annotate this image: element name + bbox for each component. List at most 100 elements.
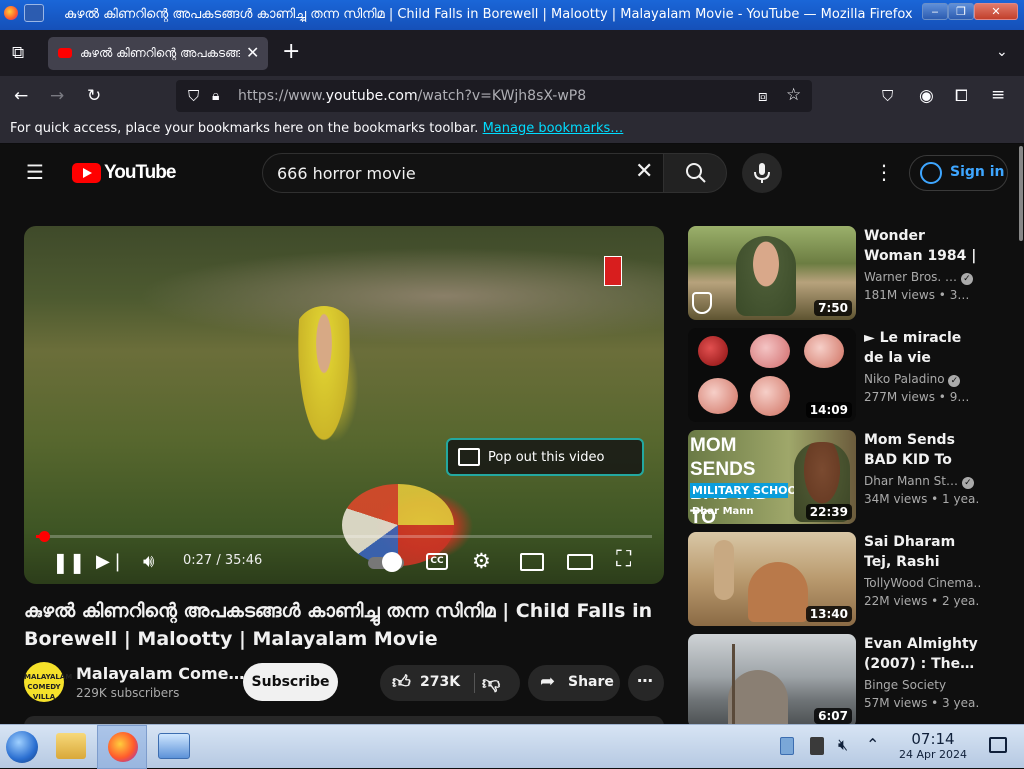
related-thumbnail[interactable]: 14:09 [688,328,856,422]
file-manager-icon[interactable] [56,733,86,759]
pause-icon[interactable]: ❚❚ [52,552,86,572]
miniplayer-icon[interactable] [520,553,544,571]
related-title[interactable]: ► Le miracle de la vie (simulatio… [864,328,980,368]
verified-icon: ✓ [961,477,974,489]
window-menu-icon[interactable] [24,4,44,22]
related-thumbnail[interactable]: 6:07 [688,634,856,724]
list-all-tabs-icon[interactable]: ⌄ [996,42,1008,62]
volume-icon[interactable]: 🔊︎ [143,552,154,572]
fullscreen-icon[interactable]: ⛶ [616,549,631,571]
taskbar: 🔇︎ ⌃ 07:14 24 Apr 2024 [0,724,1024,769]
description-box[interactable] [24,716,664,724]
share-label: Share [568,674,614,690]
tracking-protection-icon[interactable]: ⛉ [188,86,199,106]
related-channel[interactable]: Warner Bros. … ✓ [864,270,980,285]
next-icon[interactable]: ▶❘ [96,552,125,572]
channel-name[interactable]: Malayalam Come… [76,664,245,683]
staff-shape [732,644,735,724]
video-title: കുഴൽ കിണറിന്റെ അപകടങ്ങൾ കാണിച്ചു തന്ന സി… [24,600,653,650]
reload-icon[interactable]: ↻ [87,86,101,106]
like-count: 273K [420,674,461,690]
progress-bar[interactable] [36,531,652,542]
channel-avatar[interactable]: MALAYALAM COMEDY VILLA [24,662,72,702]
settings-gear-icon[interactable]: ⚙ [472,551,491,572]
related-video[interactable]: 13:40 Sai Dharam Tej, Rashi Khanna… Toll… [688,532,1008,626]
bookmark-star-icon[interactable]: ☆ [786,85,801,105]
related-title[interactable]: Wonder Woman 1984 | Young… [864,226,980,266]
account-icon[interactable]: ◉ [919,86,934,106]
scrollbar-thumb[interactable] [1019,146,1023,241]
channel-avatar-text: MALAYALAM COMEDY VILLA [24,673,73,701]
related-title[interactable]: Sai Dharam Tej, Rashi Khanna… [864,532,980,572]
related-video[interactable]: 6:07 Evan Almighty (2007) : The… Binge S… [688,634,1008,724]
video-player[interactable]: Pop out this video ❚❚ ▶❘ 🔊︎ 0:27 / 35:46… [24,226,664,584]
related-title[interactable]: Evan Almighty (2007) : The… [864,634,980,674]
close-window-button[interactable]: ✕ [974,3,1018,20]
pop-out-video-button[interactable]: Pop out this video [446,438,644,476]
related-title[interactable]: Mom Sends BAD KID To MILITAR… [864,430,980,470]
tray-clipboard-icon[interactable] [780,737,794,755]
search-button[interactable] [663,153,727,193]
show-desktop-icon[interactable] [989,737,1007,753]
page-scrollbar[interactable] [1018,144,1024,724]
volume-muted-icon[interactable]: 🔇︎ [838,735,848,755]
forward-icon[interactable]: → [50,86,64,106]
lock-icon[interactable]: 🔒︎ [212,86,219,106]
tray-device-icon[interactable] [810,737,824,755]
captions-icon[interactable]: CC [426,553,448,570]
extensions-icon[interactable]: ⧠ [955,86,968,106]
related-channel[interactable]: Binge Society [864,678,980,692]
tab-youtube[interactable]: കുഴൽ കിണറിന്റെ അപകടങ്ങൾ ✕ [48,37,268,70]
related-video[interactable]: 7:50 Wonder Woman 1984 | Young… Warner B… [688,226,1008,320]
minimize-button[interactable]: ‒ [922,3,948,20]
url-bar[interactable]: ⛉ 🔒︎ https://www.youtube.com/watch?v=KWj… [176,80,812,112]
related-channel[interactable]: TollyWood Cinema… [864,576,980,590]
subscriber-count: 229K subscribers [76,686,180,700]
related-channel[interactable]: Niko Paladino ✓ [864,372,980,387]
pop-out-icon [458,448,480,466]
firefox-icon [4,6,18,20]
close-tab-icon[interactable]: ✕ [246,43,259,62]
more-actions-button[interactable]: ⋯ [628,665,664,701]
thumbs-down-icon[interactable]: 👎︎ [482,672,500,694]
app-menu-icon[interactable]: ≡ [991,85,1005,105]
subscribe-button[interactable]: Subscribe [243,663,338,701]
video-duration: 7:50 [814,300,852,316]
like-button[interactable]: 👍︎ 273K [380,665,474,701]
share-button[interactable]: ➦ Share [528,665,620,701]
related-video[interactable]: 14:09 ► Le miracle de la vie (simulatio…… [688,328,1008,422]
youtube-page: ☰ YouTube ✕ ⋮ Sign in Pop out this video… [0,144,1018,724]
related-age: • 3… [938,288,970,302]
search-input[interactable] [277,162,617,184]
current-time: 0:27 [183,553,213,568]
related-thumbnail[interactable]: 7:50 [688,226,856,320]
voice-search-button[interactable] [742,153,782,193]
embryo-image [750,334,790,368]
clock-date: 24 Apr 2024 [898,748,967,761]
related-thumbnail[interactable]: 13:40 [688,532,856,626]
maximize-button[interactable]: ❐ [948,3,974,20]
settings-more-icon[interactable]: ⋮ [874,162,894,182]
progress-scrubber[interactable] [38,531,50,542]
start-button-icon[interactable] [6,731,38,763]
new-tab-icon[interactable]: + [282,41,300,63]
guide-menu-icon[interactable]: ☰ [26,162,44,182]
sign-in-button[interactable]: Sign in [909,155,1008,191]
related-video[interactable]: MOM SENDS BAD KID TO MILITARY SCHOOL Dha… [688,430,1008,524]
taskbar-clock[interactable]: 07:14 24 Apr 2024 [890,730,976,761]
clear-search-icon[interactable]: ✕ [635,160,653,184]
url-text[interactable]: https://www.youtube.com/watch?v=KWjh8sX-… [238,88,586,104]
back-icon[interactable]: ← [14,86,28,106]
search-box: ✕ [262,153,664,193]
picture-in-picture-icon[interactable]: ⧈ [758,86,768,106]
tab-overview-icon[interactable]: ⧉ [12,43,24,63]
firefox-taskbar-icon[interactable] [97,725,147,769]
pocket-icon[interactable]: ⛉ [882,86,893,106]
manage-bookmarks-link[interactable]: Manage bookmarks… [483,121,624,136]
theater-mode-icon[interactable] [567,554,593,570]
related-thumbnail[interactable]: MOM SENDS BAD KID TO MILITARY SCHOOL Dha… [688,430,856,524]
show-hidden-icons-icon[interactable]: ⌃ [866,735,879,754]
related-channel[interactable]: Dhar Mann St… ✓ [864,474,980,489]
dhar-mann-badge: Dhar Mann [692,506,754,517]
control-panel-icon[interactable] [158,733,190,759]
